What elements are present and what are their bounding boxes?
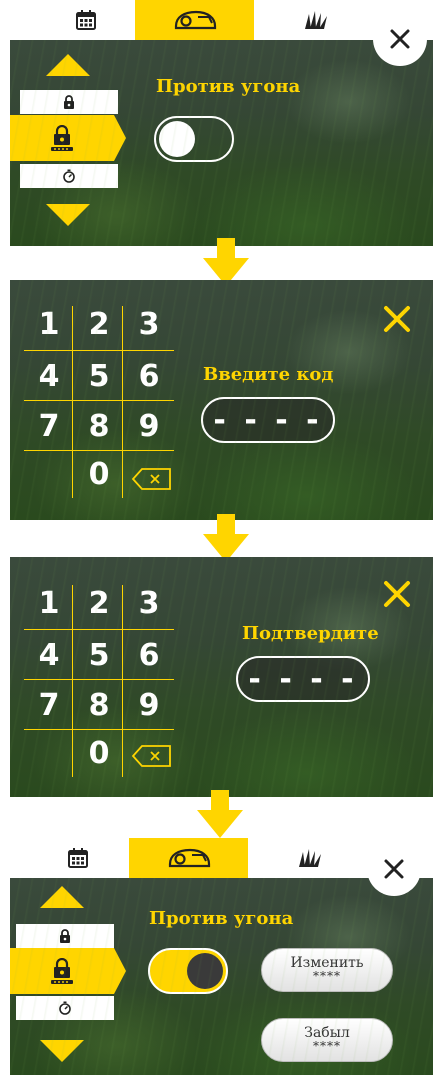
key-7[interactable]: 7	[24, 681, 74, 729]
keypad-divider	[24, 679, 174, 680]
key-8[interactable]: 8	[74, 681, 124, 729]
close-button[interactable]	[367, 842, 421, 896]
confirm-code-title: Подтвердите	[242, 623, 379, 644]
top-tab-bar	[0, 0, 434, 40]
calendar-icon	[76, 10, 96, 30]
close-icon[interactable]	[382, 304, 412, 334]
tab-schedule[interactable]	[54, 0, 118, 40]
key-6[interactable]: 6	[124, 631, 174, 679]
toggle-knob	[159, 121, 195, 157]
tab-grass[interactable]	[284, 0, 348, 40]
keypad-divider	[24, 629, 174, 630]
enter-code-title: Введите код	[203, 364, 334, 385]
mode-lock[interactable]	[16, 924, 114, 948]
panel-title: Против угона	[156, 76, 301, 97]
keypad-divider	[72, 585, 73, 777]
key-1[interactable]: 1	[24, 579, 74, 627]
change-code-button[interactable]: Изменить ****	[261, 948, 393, 992]
key-7[interactable]: 7	[24, 402, 74, 450]
confirm-code-panel: 1 2 3 4 5 6 7 8 9 0 Подтвердите - - - -	[10, 557, 433, 797]
tab-schedule[interactable]	[46, 838, 110, 878]
backspace-icon[interactable]	[132, 468, 172, 490]
scroll-up-arrow[interactable]	[40, 886, 84, 908]
key-8[interactable]: 8	[74, 402, 124, 450]
tab-grass[interactable]	[278, 838, 342, 878]
key-4[interactable]: 4	[24, 631, 74, 679]
padlock-code-icon	[51, 125, 73, 151]
forgot-code-stars: ****	[313, 1039, 341, 1053]
scroll-down-arrow[interactable]	[40, 1040, 84, 1062]
enter-code-panel: 1 2 3 4 5 6 7 8 9 0 Введите код - - - -	[10, 280, 433, 520]
close-icon	[384, 859, 404, 879]
anti-theft-panel: Против угона	[10, 40, 433, 246]
mower-icon	[168, 848, 210, 868]
mower-icon	[174, 10, 216, 30]
key-9[interactable]: 9	[124, 402, 174, 450]
mode-lock-code-active[interactable]	[10, 115, 126, 161]
mode-lock-code-active[interactable]	[10, 948, 126, 994]
grass-icon	[299, 849, 321, 867]
keypad-divider	[122, 585, 123, 777]
key-6[interactable]: 6	[124, 352, 174, 400]
code-input[interactable]: - - - -	[236, 656, 370, 702]
keypad-divider	[24, 729, 174, 730]
key-2[interactable]: 2	[74, 579, 124, 627]
padlock-code-icon	[51, 958, 73, 984]
keypad-divider	[24, 450, 174, 451]
key-0[interactable]: 0	[74, 729, 124, 777]
padlock-icon	[60, 929, 70, 943]
forgot-code-button[interactable]: Забыл ****	[261, 1018, 393, 1062]
close-icon[interactable]	[382, 579, 412, 609]
panel-title: Против угона	[149, 908, 294, 929]
key-4[interactable]: 4	[24, 352, 74, 400]
calendar-icon	[68, 848, 88, 868]
key-9[interactable]: 9	[124, 681, 174, 729]
change-code-stars: ****	[313, 969, 341, 983]
anti-theft-panel: Против угона Изменить **** Забыл ****	[10, 878, 433, 1075]
padlock-icon	[64, 95, 74, 109]
close-icon	[390, 29, 410, 49]
anti-theft-toggle[interactable]	[148, 948, 228, 994]
keypad-divider	[24, 400, 174, 401]
key-0[interactable]: 0	[74, 450, 124, 498]
key-5[interactable]: 5	[74, 631, 124, 679]
scroll-up-arrow[interactable]	[46, 54, 90, 76]
backspace-icon[interactable]	[132, 745, 172, 767]
keypad-divider	[24, 350, 174, 351]
anti-theft-toggle[interactable]	[154, 116, 234, 162]
key-1[interactable]: 1	[24, 300, 74, 348]
keypad-divider	[122, 306, 123, 498]
keypad-divider	[72, 306, 73, 498]
mode-lock[interactable]	[20, 90, 118, 114]
key-5[interactable]: 5	[74, 352, 124, 400]
mode-timer[interactable]	[20, 164, 118, 188]
code-input[interactable]: - - - -	[201, 397, 335, 443]
timer-icon	[59, 1001, 71, 1015]
timer-icon	[63, 169, 75, 183]
flow-arrow-2	[203, 514, 249, 562]
grass-icon	[305, 11, 327, 29]
key-2[interactable]: 2	[74, 300, 124, 348]
tab-mower[interactable]	[135, 0, 254, 40]
tab-mower[interactable]	[129, 838, 248, 878]
flow-arrow-1	[203, 238, 249, 286]
toggle-knob	[187, 953, 223, 989]
scroll-down-arrow[interactable]	[46, 204, 90, 226]
key-3[interactable]: 3	[124, 300, 174, 348]
key-3[interactable]: 3	[124, 579, 174, 627]
flow-arrow-3	[197, 790, 243, 838]
mode-timer[interactable]	[16, 996, 114, 1020]
close-button[interactable]	[373, 12, 427, 66]
